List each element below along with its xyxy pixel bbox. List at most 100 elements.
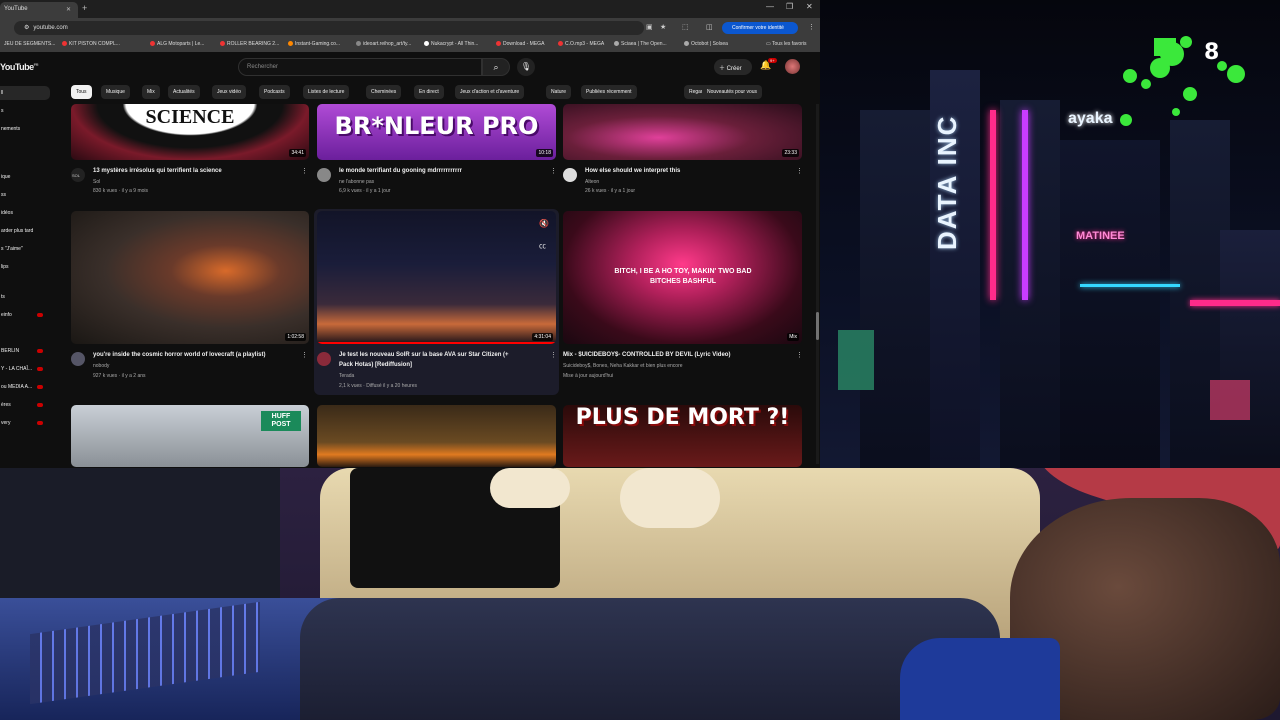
channel-name[interactable]: Alteon [585,179,599,185]
channel-avatar[interactable]: SOL [71,168,85,182]
create-button[interactable]: ＋ Créer [714,59,752,75]
video-title-line2[interactable]: Pack Hotas) [Rediffusion] [339,362,412,368]
sidebar-item[interactable]: ll [0,86,50,100]
more-options-icon[interactable]: ⋮ [550,351,557,359]
mute-icon[interactable]: 🔇 [539,219,549,228]
sidebar-item[interactable]: lips [0,260,50,274]
page-scrollbar[interactable] [816,104,819,464]
channel-name[interactable]: ne l'abonne pas [339,179,374,185]
side-panel-icon[interactable]: ◫ [706,23,713,31]
bookmark-item[interactable]: Sciaea | The Open... [614,41,667,47]
chip-musique[interactable]: Musique [101,85,130,99]
sidebar-item[interactable]: ss [0,188,50,202]
channel-name[interactable]: Terada [339,373,354,379]
sidebar-item[interactable]: ique [0,170,50,184]
chip-jeux-video[interactable]: Jeux vidéo [212,85,246,99]
sidebar-item[interactable]: BERLIN [0,344,50,358]
bookmark-item[interactable]: Octobot | Solsea [684,41,728,47]
maximize-icon[interactable]: ❐ [786,2,793,11]
chip-listes-de-lecture[interactable]: Listes de lecture [303,85,350,99]
chip-en-direct[interactable]: En direct [414,85,444,99]
chip-jeux-action[interactable]: Jeux d'action et d'aventure [455,85,525,99]
screenshot-icon[interactable]: ▣ [646,23,653,31]
extensions-icon[interactable]: ⬚ [682,23,689,31]
video-thumbnail[interactable]: 1:02:58 [71,211,309,344]
chrome-menu-icon[interactable]: ⋮ [808,23,815,31]
close-window-icon[interactable]: ✕ [806,2,813,11]
sidebar-item[interactable]: arder plus tard [0,224,50,238]
video-title[interactable]: le monde terrifiant du gooning mdrrrrrrr… [339,168,462,174]
bookmark-item[interactable]: Download - MEGA [496,41,544,47]
microphone-icon[interactable]: 🎙 [517,58,535,76]
search-input[interactable]: Rechercher [238,58,482,76]
more-options-icon[interactable]: ⋮ [301,351,308,359]
more-options-icon[interactable]: ⋮ [796,351,803,359]
avatar[interactable] [785,59,800,74]
sidebar-item[interactable]: s "J'aime" [0,242,50,256]
chip-actualites[interactable]: Actualités [168,85,200,99]
channel-avatar[interactable] [317,352,331,366]
channel-name[interactable]: Suicideboy$, Bones, Neha Kakkar et bien … [563,363,683,369]
more-options-icon[interactable]: ⋮ [301,167,308,175]
sidebar-item[interactable]: ts [0,290,50,304]
site-info-icon[interactable]: ⚙ [24,25,29,31]
video-thumbnail[interactable]: PLUS DE MORT ?! [563,405,802,467]
chip-tous[interactable]: Tous [71,85,92,99]
bookmark-item[interactable]: ALG Motoparts | Le... [150,41,204,47]
video-title[interactable]: Je test les nouveau SolR sur la base AVA… [339,352,509,358]
captions-icon[interactable]: ㏄ [539,241,546,251]
search-icon[interactable]: ⌕ [482,58,510,76]
bookmark-item[interactable]: C.O.mp3 - MEGA [558,41,604,47]
chip-cheminees[interactable]: Cheminées [366,85,402,99]
video-thumbnail[interactable]: BITCH, I BE A HO TOY, MAKIN' TWO BAD BIT… [563,211,802,344]
bookmark-item[interactable]: ROLLER BEARING 2... [220,41,279,47]
scrollbar-thumb[interactable] [816,312,819,340]
bookmark-star-icon[interactable]: ★ [660,23,666,31]
tab-youtube[interactable]: YouTube ✕ [0,2,78,18]
bookmark-item[interactable]: ideoart.reihop_art/ty... [356,41,411,47]
video-thumbnail[interactable]: HUFF POST [71,405,309,467]
chip-nouveautes[interactable]: Nouveautés pour vous [702,85,763,99]
bookmark-item[interactable]: KIT PISTON COMPL... [62,41,120,47]
video-title[interactable]: How else should we interpret this [585,168,680,174]
close-tab-icon[interactable]: ✕ [66,6,71,13]
sidebar-item[interactable]: Y - LA CHAÎ... [0,362,50,376]
channel-avatar[interactable] [317,168,331,182]
sidebar-item[interactable]: very [0,416,50,430]
all-bookmarks-button[interactable]: ▭ Tous les favoris [766,41,807,47]
new-tab-button[interactable]: + [82,3,87,13]
chip-nature[interactable]: Nature [546,85,572,99]
channel-name[interactable]: nobody [93,363,109,369]
video-thumbnail[interactable]: 🔇 ㏄ 4:31:04 [317,211,556,344]
minimize-icon[interactable]: — [766,2,774,11]
video-title[interactable]: you're inside the cosmic horror world of… [93,352,265,358]
chip-publiees-recemment[interactable]: Publiées récemment [581,85,637,99]
sidebar-item[interactable]: einfo [0,308,50,322]
video-title[interactable]: 13 mystères irrésolus qui terrifient la … [93,168,222,174]
channel-avatar[interactable] [563,168,577,182]
chip-podcasts[interactable]: Podcasts [259,85,290,99]
youtube-logo[interactable]: YouTubeFR [0,62,39,72]
channel-avatar[interactable] [71,352,85,366]
video-thumbnail[interactable]: SCIENCE 34:41 [71,104,309,160]
sidebar-item[interactable]: s [0,104,50,118]
chip-mix[interactable]: Mix [142,85,160,99]
sidebar-item[interactable]: ou MEDIA A... [0,380,50,394]
profile-button[interactable]: Confirmer votre identité [722,22,798,34]
channel-name[interactable]: Sol [93,179,100,185]
sidebar-item[interactable]: nements [0,122,50,136]
neon-strip-purple [1022,110,1028,300]
video-thumbnail[interactable]: BR*NLEUR PRO 10:18 [317,104,556,160]
bookmark-item[interactable]: Instant-Gaming.co... [288,41,340,47]
video-title[interactable]: Mix - $UICIDEBOY$- CONTROLLED BY DEVIL (… [563,352,730,358]
sidebar-item[interactable]: ères [0,398,50,412]
progress-bar[interactable] [317,342,556,344]
video-thumbnail[interactable]: 23:33 [563,104,802,160]
video-thumbnail[interactable] [317,405,556,467]
more-options-icon[interactable]: ⋮ [550,167,557,175]
more-options-icon[interactable]: ⋮ [796,167,803,175]
url-input[interactable]: ⚙ youtube.com [14,21,644,35]
bookmark-item[interactable]: JEU DE SEGMENTS... [4,41,55,47]
sidebar-item[interactable]: idéos [0,206,50,220]
bookmark-item[interactable]: Nukacrypt - All Thin... [424,41,478,47]
